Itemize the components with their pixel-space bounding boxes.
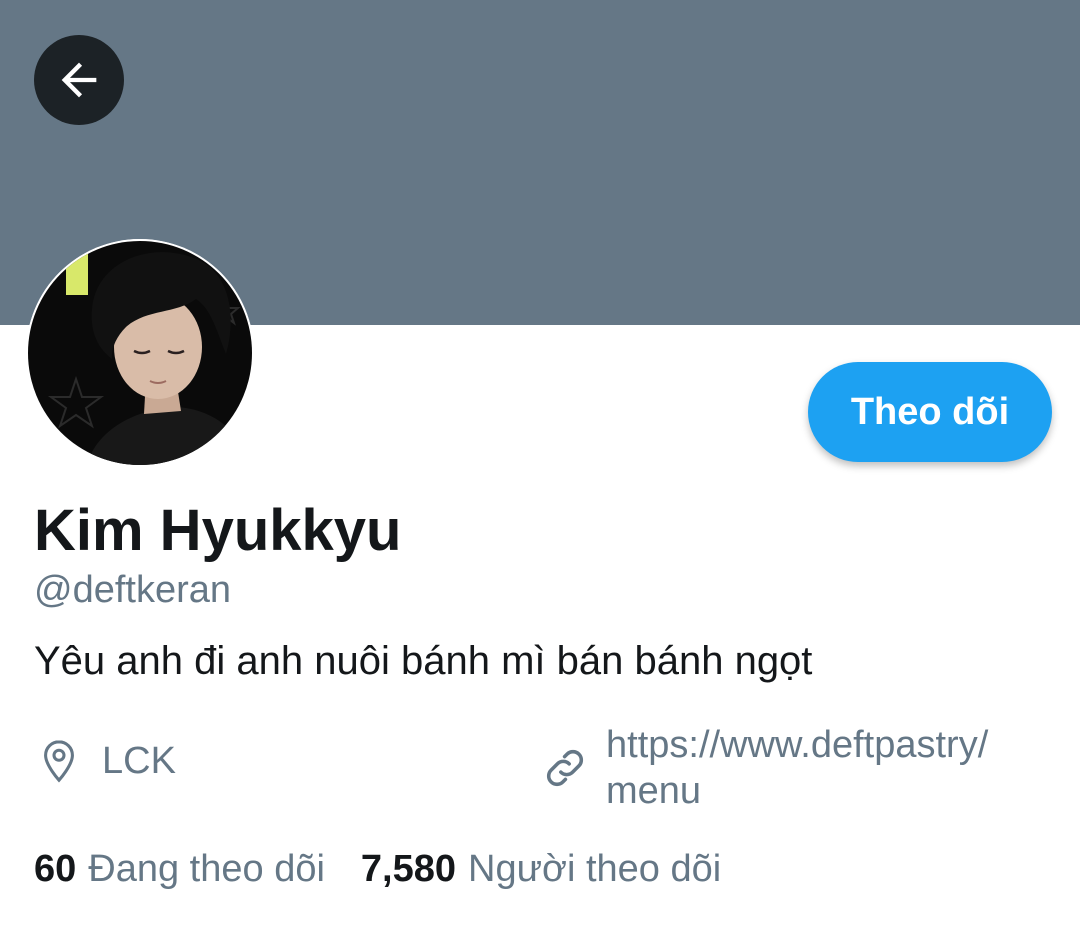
following-label: Đang theo dõi [88, 848, 325, 890]
profile-stats: 60 Đang theo dõi 7,580 Người theo dõi [34, 845, 721, 893]
arrow-left-icon [61, 62, 97, 98]
avatar[interactable] [26, 239, 254, 467]
display-name: Kim Hyukkyu [34, 498, 402, 563]
profile-location: LCK [36, 738, 176, 784]
location-text: LCK [102, 739, 176, 782]
avatar-photo [26, 239, 254, 467]
website-link[interactable]: https://www.deftpastry/ menu [606, 722, 1046, 814]
profile-bio: Yêu anh đi anh nuôi bánh mì bán bánh ngọ… [34, 639, 813, 683]
website-link-line2: menu [606, 770, 702, 812]
followers-count: 7,580 [360, 848, 457, 890]
following-count: 60 [34, 848, 77, 890]
follow-button[interactable]: Theo dõi [808, 362, 1052, 462]
location-pin-icon [44, 740, 74, 783]
followers-stat[interactable]: 7,580 Người theo dõi [361, 845, 721, 893]
followers-label: Người theo dõi [468, 848, 722, 890]
following-stat[interactable]: 60 Đang theo dõi [34, 845, 325, 893]
link-icon [546, 749, 584, 787]
website-link-line1: https://www.deftpastry/ [606, 724, 989, 766]
profile-page: Theo dõi Kim Hyukkyu @deftkeran Yêu anh … [0, 0, 1080, 946]
user-handle: @deftkeran [34, 569, 232, 611]
profile-website[interactable]: https://www.deftpastry/ menu [540, 722, 1046, 814]
back-button[interactable] [34, 35, 124, 125]
